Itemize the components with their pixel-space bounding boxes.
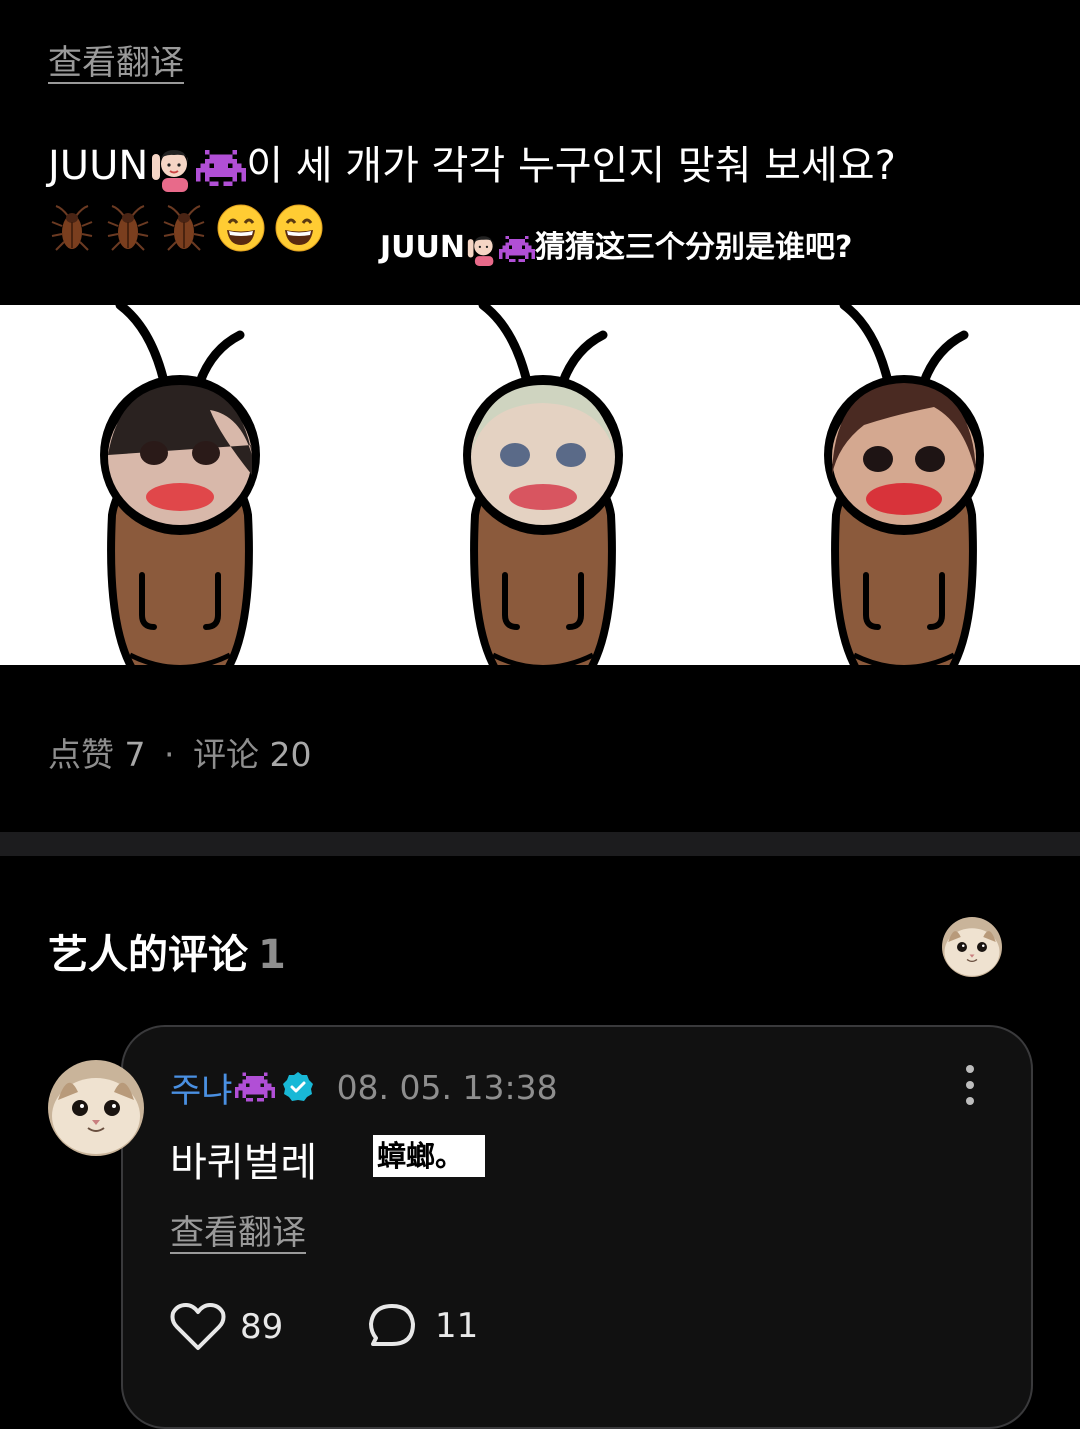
- woman-raising-hand-icon: [152, 150, 189, 192]
- overlay-translation-text: 猜猜这三个分别是谁吧?: [535, 230, 853, 265]
- comment-author-avatar[interactable]: [48, 1060, 144, 1156]
- post-text: JUUN 이 세 개가 각각 누구인지 맞춰 보세요?: [48, 138, 896, 194]
- grinning-face-icon: [217, 204, 265, 252]
- inline-translation-box: 蟑螂。: [373, 1135, 485, 1177]
- artist-comments-count: 1: [258, 932, 286, 978]
- overlay-name-prefix: JUUN: [380, 230, 465, 265]
- comment-translate-link[interactable]: 查看翻译: [170, 1205, 306, 1254]
- comment-author-row: 주냐 08. 05. 13:38: [170, 1063, 558, 1111]
- artist-comments-label: 艺人的评论: [48, 932, 248, 978]
- more-options-button[interactable]: [958, 1064, 982, 1106]
- space-invader-icon: [499, 235, 535, 262]
- cockroach-character: [463, 305, 623, 665]
- cat-avatar-icon: [48, 1060, 144, 1156]
- woman-raising-hand-icon: [467, 235, 494, 266]
- likes-label: 点赞: [48, 735, 114, 774]
- post-emoji-row: [48, 200, 324, 256]
- post-stats: 点赞 7 · 评论 20: [48, 728, 312, 776]
- translate-link[interactable]: 查看翻译: [48, 35, 184, 84]
- comment-author-name[interactable]: 주냐: [170, 1063, 233, 1112]
- cockroach-icon: [51, 205, 93, 251]
- section-divider: [0, 832, 1080, 856]
- grinning-face-icon: [275, 204, 323, 252]
- like-count: 89: [240, 1307, 284, 1347]
- comments-label: 评论: [193, 735, 259, 774]
- likes-count: 7: [124, 735, 146, 774]
- more-vertical-icon: [966, 1065, 974, 1105]
- overlay-translation: JUUN 猜猜这三个分别是谁吧?: [380, 222, 852, 266]
- space-invader-icon: [234, 1072, 275, 1102]
- avatar[interactable]: [942, 917, 1002, 977]
- cockroach-characters-illustration: [0, 305, 1080, 665]
- reply-count: 11: [435, 1306, 479, 1346]
- verified-badge-icon: [282, 1072, 313, 1101]
- cockroach-icon: [107, 205, 149, 251]
- like-button[interactable]: 89: [170, 1302, 283, 1352]
- post-name-prefix: JUUN: [48, 143, 149, 189]
- post-korean-text: 이 세 개가 각각 누구인지 맞춰 보세요?: [246, 143, 896, 189]
- artist-comments-title: 艺人的评论 1: [48, 922, 286, 980]
- reply-button[interactable]: 11: [367, 1302, 478, 1350]
- comment-timestamp: 08. 05. 13:38: [336, 1067, 558, 1107]
- stats-separator: ·: [164, 735, 175, 774]
- heart-icon: [170, 1303, 226, 1350]
- space-invader-icon: [196, 149, 247, 187]
- post-image[interactable]: [0, 305, 1080, 665]
- cockroach-character: [824, 305, 984, 665]
- comment-body: 바퀴벌레: [170, 1140, 318, 1186]
- comments-count: 20: [269, 735, 312, 774]
- comment-bubble-icon: [369, 1304, 415, 1346]
- cockroach-character: [100, 305, 260, 665]
- cat-avatar-icon: [942, 917, 1002, 977]
- cockroach-icon: [163, 205, 205, 251]
